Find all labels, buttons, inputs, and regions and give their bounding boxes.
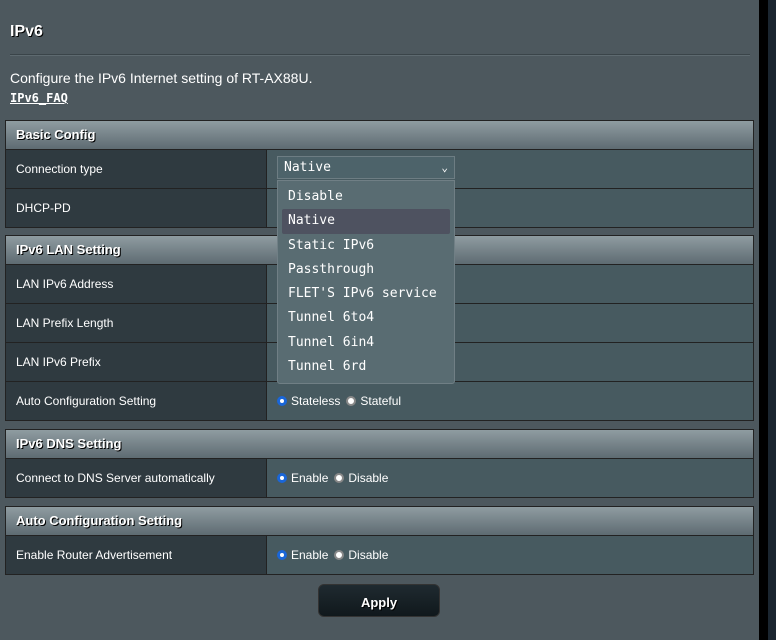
connection-type-select[interactable]: Native ⌄ [277,156,455,179]
chevron-down-icon: ⌄ [441,161,448,174]
side-panel-edge [768,0,776,640]
radio-label: Enable [291,471,329,485]
radio-dns-disable[interactable]: Disable [334,471,388,485]
section-title: IPv6 DNS Setting [6,430,753,459]
page-description: Configure the IPv6 Internet setting of R… [10,70,313,86]
dropdown-option-flets-ipv6[interactable]: FLET'S IPv6 service [282,282,450,306]
radio-stateless[interactable]: Stateless [277,394,340,408]
dropdown-option-tunnel-6in4[interactable]: Tunnel 6in4 [282,331,450,355]
dropdown-option-tunnel-6to4[interactable]: Tunnel 6to4 [282,306,450,330]
page: IPv6 Configure the IPv6 Internet setting… [0,0,759,640]
row-router-advertisement: Enable Router Advertisement Enable Disab… [6,536,753,574]
dropdown-option-native[interactable]: Native [282,209,450,234]
section-auto-configuration-setting: Auto Configuration Setting Enable Router… [5,506,754,575]
lan-ipv6-address-label: LAN IPv6 Address [6,265,267,303]
section-title: Auto Configuration Setting [6,507,753,536]
section-ipv6-dns-setting: IPv6 DNS Setting Connect to DNS Server a… [5,429,754,498]
radio-unchecked-icon [334,550,345,560]
dropdown-option-static-ipv6[interactable]: Static IPv6 [282,234,450,258]
apply-button[interactable]: Apply [318,584,440,617]
dropdown-option-passthrough[interactable]: Passthrough [282,258,450,282]
radio-unchecked-icon [334,473,345,483]
radio-stateful[interactable]: Stateful [346,394,401,408]
section-title: Basic Config [6,121,753,150]
radio-ra-disable[interactable]: Disable [334,548,388,562]
radio-unchecked-icon [346,396,357,406]
router-advertisement-label: Enable Router Advertisement [6,536,267,574]
dropdown-option-disable[interactable]: Disable [282,185,450,209]
title-divider [10,54,750,56]
auto-configuration-label: Auto Configuration Setting [6,382,267,420]
radio-checked-icon [277,550,287,560]
connection-type-label: Connection type [6,150,267,188]
dhcp-pd-label: DHCP-PD [6,189,267,227]
connect-dns-radio-group: Enable Disable [267,459,753,497]
radio-label: Disable [348,471,389,485]
radio-label: Stateful [360,394,402,408]
radio-checked-icon [277,396,287,406]
scrollbar-gutter [759,0,768,640]
row-auto-configuration: Auto Configuration Setting Stateless Sta… [6,381,753,420]
dropdown-option-tunnel-6rd[interactable]: Tunnel 6rd [282,355,450,379]
radio-checked-icon [277,473,287,483]
radio-ra-enable[interactable]: Enable [277,548,328,562]
ipv6-faq-link[interactable]: IPv6_FAQ [10,91,68,105]
radio-label: Disable [348,548,389,562]
select-value: Native [284,160,331,175]
lan-prefix-length-label: LAN Prefix Length [6,304,267,342]
connect-dns-label: Connect to DNS Server automatically [6,459,267,497]
auto-configuration-radio-group: Stateless Stateful [267,382,753,420]
radio-dns-enable[interactable]: Enable [277,471,328,485]
radio-label: Stateless [291,394,341,408]
radio-label: Enable [291,548,329,562]
page-title: IPv6 [10,23,43,40]
lan-ipv6-prefix-label: LAN IPv6 Prefix [6,343,267,381]
row-connect-dns: Connect to DNS Server automatically Enab… [6,459,753,497]
router-advertisement-radio-group: Enable Disable [267,536,753,574]
connection-type-dropdown: Disable Native Static IPv6 Passthrough F… [277,180,455,384]
